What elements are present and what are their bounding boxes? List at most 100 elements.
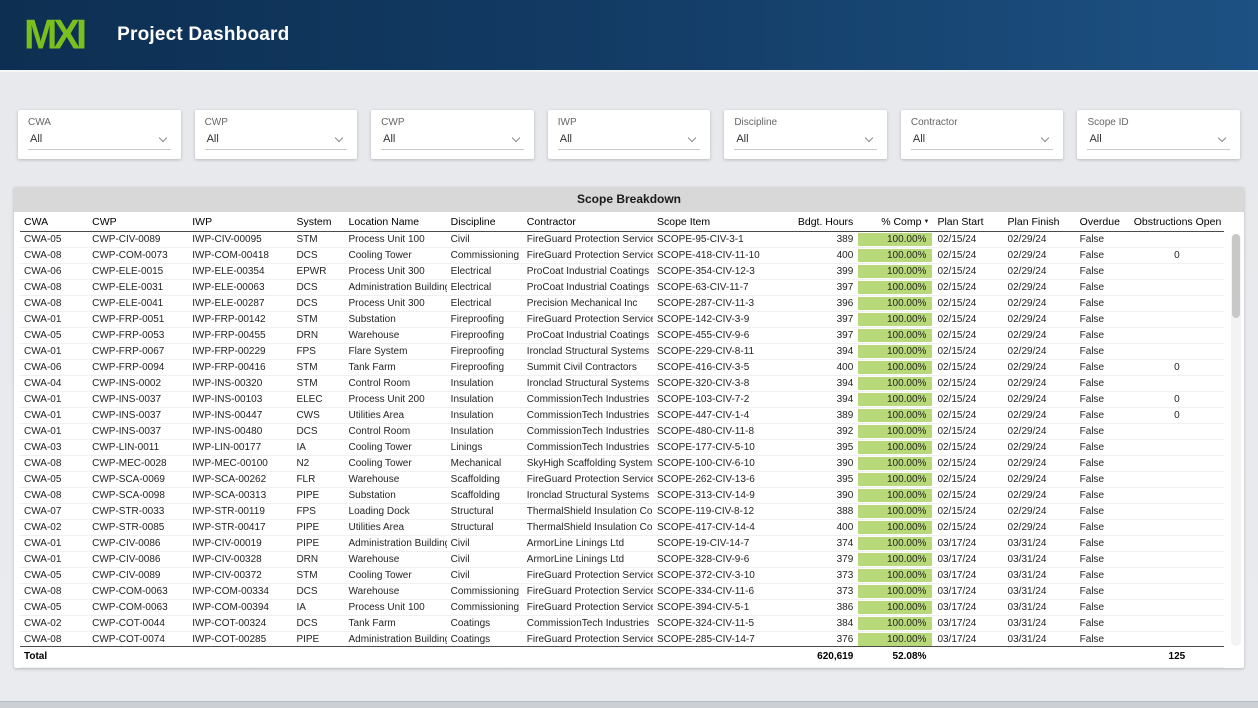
column-header-cwa[interactable]: CWA: [20, 212, 89, 232]
table-cell: 02/29/24: [1003, 247, 1076, 264]
pct-comp-value: 100.00%: [886, 426, 927, 437]
filter-dropdown[interactable]: All: [910, 133, 1054, 150]
table-cell: 02/15/24: [933, 359, 1004, 376]
table-cell: False: [1075, 503, 1130, 520]
column-header-iwp[interactable]: IWP: [188, 212, 293, 232]
filter-dropdown[interactable]: All: [734, 133, 877, 150]
table-row[interactable]: CWA-08 CWP-COM-0073 IWP-COM-00418 DCS Coolin…: [20, 247, 1224, 264]
table-cell: 376: [793, 631, 858, 646]
table-cell: [1129, 519, 1224, 536]
column-header-scope-item[interactable]: Scope Item: [653, 212, 794, 232]
column-header-contractor[interactable]: Contractor: [522, 212, 653, 232]
table-row[interactable]: CWA-08 CWP-MEC-0028 IWP-MEC-00100 N2 Cooling…: [20, 455, 1224, 472]
column-header-obstructions-open[interactable]: Obstructions Open: [1129, 212, 1224, 232]
table-row[interactable]: CWA-01 CWP-CIV-0086 IWP-CIV-00019 PIPE Admin…: [20, 535, 1224, 552]
table-cell: Commissioning: [446, 599, 523, 616]
table-cell: 0: [1129, 359, 1224, 376]
column-header-overdue[interactable]: Overdue: [1075, 212, 1130, 232]
table-cell: CWA-06: [20, 263, 89, 280]
table-cell: STM: [292, 311, 345, 328]
table-row[interactable]: CWA-05 CWP-CIV-0089 IWP-CIV-00372 STM Coolin…: [20, 567, 1224, 584]
vertical-scrollbar[interactable]: [1231, 234, 1241, 646]
table-cell: STM: [292, 375, 345, 392]
filter-dropdown[interactable]: All: [557, 133, 701, 150]
column-header-system[interactable]: System: [292, 212, 345, 232]
pct-comp-value: 100.00%: [886, 490, 927, 501]
table-cell: FireGuard Protection Services: [522, 567, 653, 584]
table-cell: 397: [793, 327, 858, 344]
table-cell: CommissionTech Industries: [522, 439, 653, 456]
column-header-cwp[interactable]: CWP: [88, 212, 189, 232]
table-row[interactable]: CWA-08 CWP-COM-0063 IWP-COM-00334 DCS Wareho…: [20, 583, 1224, 600]
table-cell: CWP-FRP-0051: [88, 311, 189, 328]
table-cell: 373: [793, 583, 858, 600]
table-row[interactable]: CWA-05 CWP-FRP-0053 IWP-FRP-00455 DRN Wareho…: [20, 327, 1224, 344]
table-cell: Process Unit 200: [344, 391, 447, 408]
table-row[interactable]: CWA-08 CWP-ELE-0041 IWP-ELE-00287 DCS Proces…: [20, 295, 1224, 312]
table-row[interactable]: CWA-08 CWP-SCA-0098 IWP-SCA-00313 PIPE Subst…: [20, 487, 1224, 504]
table-row[interactable]: CWA-06 CWP-FRP-0094 IWP-FRP-00416 STM Tank F…: [20, 359, 1224, 376]
table-cell: [1129, 503, 1224, 520]
pct-comp-cell: 100.00%: [857, 535, 934, 552]
table-row[interactable]: CWA-01 CWP-INS-0037 IWP-INS-00447 CWS Utilit…: [20, 407, 1224, 424]
table-cell: Cooling Tower: [344, 567, 447, 584]
table-body-scroll-region[interactable]: CWA-05 CWP-CIV-0089 IWP-CIV-00095 STM Proces…: [20, 232, 1238, 646]
table-cell: Commissioning: [446, 247, 523, 264]
page-title: Project Dashboard: [117, 24, 290, 45]
table-cell: CWA-05: [20, 471, 89, 488]
table-cell: 03/31/24: [1003, 615, 1076, 632]
table-cell: [1129, 375, 1224, 392]
column-header-discipline[interactable]: Discipline: [446, 212, 523, 232]
table-row[interactable]: CWA-01 CWP-INS-0037 IWP-INS-00480 DCS Contro…: [20, 423, 1224, 440]
table-cell: SCOPE-177-CIV-5-10: [653, 439, 794, 456]
filter-dropdown[interactable]: All: [204, 133, 348, 150]
column-header-location-name[interactable]: Location Name: [344, 212, 447, 232]
table-row[interactable]: CWA-01 CWP-INS-0037 IWP-INS-00103 ELEC Proce…: [20, 391, 1224, 408]
table-row[interactable]: CWA-01 CWP-FRP-0051 IWP-FRP-00142 STM Substa…: [20, 311, 1224, 328]
filter-label: CWA: [28, 117, 51, 128]
table-row[interactable]: CWA-08 CWP-ELE-0031 IWP-ELE-00063 DCS Admini…: [20, 279, 1224, 296]
table-row[interactable]: CWA-02 CWP-STR-0085 IWP-STR-00417 PIPE Utili…: [20, 519, 1224, 536]
scrollbar-thumb[interactable]: [1232, 234, 1240, 318]
pct-comp-value: 100.00%: [886, 314, 927, 325]
table-row[interactable]: CWA-04 CWP-INS-0002 IWP-INS-00320 STM Contro…: [20, 375, 1224, 392]
table-row[interactable]: CWA-08 CWP-COT-0074 IWP-COT-00285 PIPE Admin…: [20, 631, 1224, 646]
filter-dropdown[interactable]: All: [1087, 133, 1231, 150]
table-cell: 02/15/24: [933, 279, 1004, 296]
filter-card-cwp: CWP All: [194, 110, 358, 159]
table-cell: CWA-08: [20, 247, 89, 264]
table-cell: 02/15/24: [933, 391, 1004, 408]
table-cell: SCOPE-95-CIV-3-1: [653, 232, 794, 248]
pct-comp-value: 100.00%: [886, 634, 927, 645]
table-cell: CWP-COT-0074: [88, 631, 189, 646]
table-row[interactable]: CWA-05 CWP-CIV-0089 IWP-CIV-00095 STM Proces…: [20, 232, 1224, 248]
table-row[interactable]: CWA-06 CWP-ELE-0015 IWP-ELE-00354 EPWR Proce…: [20, 263, 1224, 280]
column-header-plan-start[interactable]: Plan Start: [933, 212, 1004, 232]
table-row[interactable]: CWA-02 CWP-COT-0044 IWP-COT-00324 DCS Tank F…: [20, 615, 1224, 632]
table-row[interactable]: CWA-01 CWP-FRP-0067 IWP-FRP-00229 FPS Flare …: [20, 343, 1224, 360]
table-cell: CWP-ELE-0015: [88, 263, 189, 280]
table-row[interactable]: CWA-03 CWP-LIN-0011 IWP-LIN-00177 IA Cooling…: [20, 439, 1224, 456]
filter-dropdown[interactable]: All: [381, 133, 524, 150]
pct-comp-value: 100.00%: [886, 362, 927, 373]
table-row[interactable]: CWA-07 CWP-STR-0033 IWP-STR-00119 FPS Loadin…: [20, 503, 1224, 520]
table-cell: Cooling Tower: [344, 247, 447, 264]
column-header-plan-finish[interactable]: Plan Finish: [1003, 212, 1076, 232]
column-header--comp[interactable]: % Comp ▼: [857, 212, 934, 232]
table-row[interactable]: CWA-05 CWP-COM-0063 IWP-COM-00394 IA Process…: [20, 599, 1224, 616]
table-cell: CWA-01: [20, 535, 89, 552]
filter-label: IWP: [557, 117, 577, 128]
table-row[interactable]: CWA-01 CWP-CIV-0086 IWP-CIV-00328 DRN Wareho…: [20, 551, 1224, 568]
table-cell: 394: [793, 391, 858, 408]
table-cell: CWP-INS-0037: [88, 423, 189, 440]
pct-comp-cell: 100.00%: [857, 407, 934, 424]
pct-comp-cell: 100.00%: [857, 551, 934, 568]
column-header-bdgt-hours[interactable]: Bdgt. Hours: [793, 212, 858, 232]
pct-comp-value: 100.00%: [886, 346, 927, 357]
table-cell: SCOPE-372-CIV-3-10: [653, 567, 794, 584]
table-cell: Warehouse: [344, 583, 447, 600]
filter-dropdown[interactable]: All: [28, 133, 171, 150]
total-cell: 125: [1129, 646, 1224, 668]
table-row[interactable]: CWA-05 CWP-SCA-0069 IWP-SCA-00262 FLR Wareho…: [20, 471, 1224, 488]
table-cell: CWP-STR-0085: [88, 519, 189, 536]
